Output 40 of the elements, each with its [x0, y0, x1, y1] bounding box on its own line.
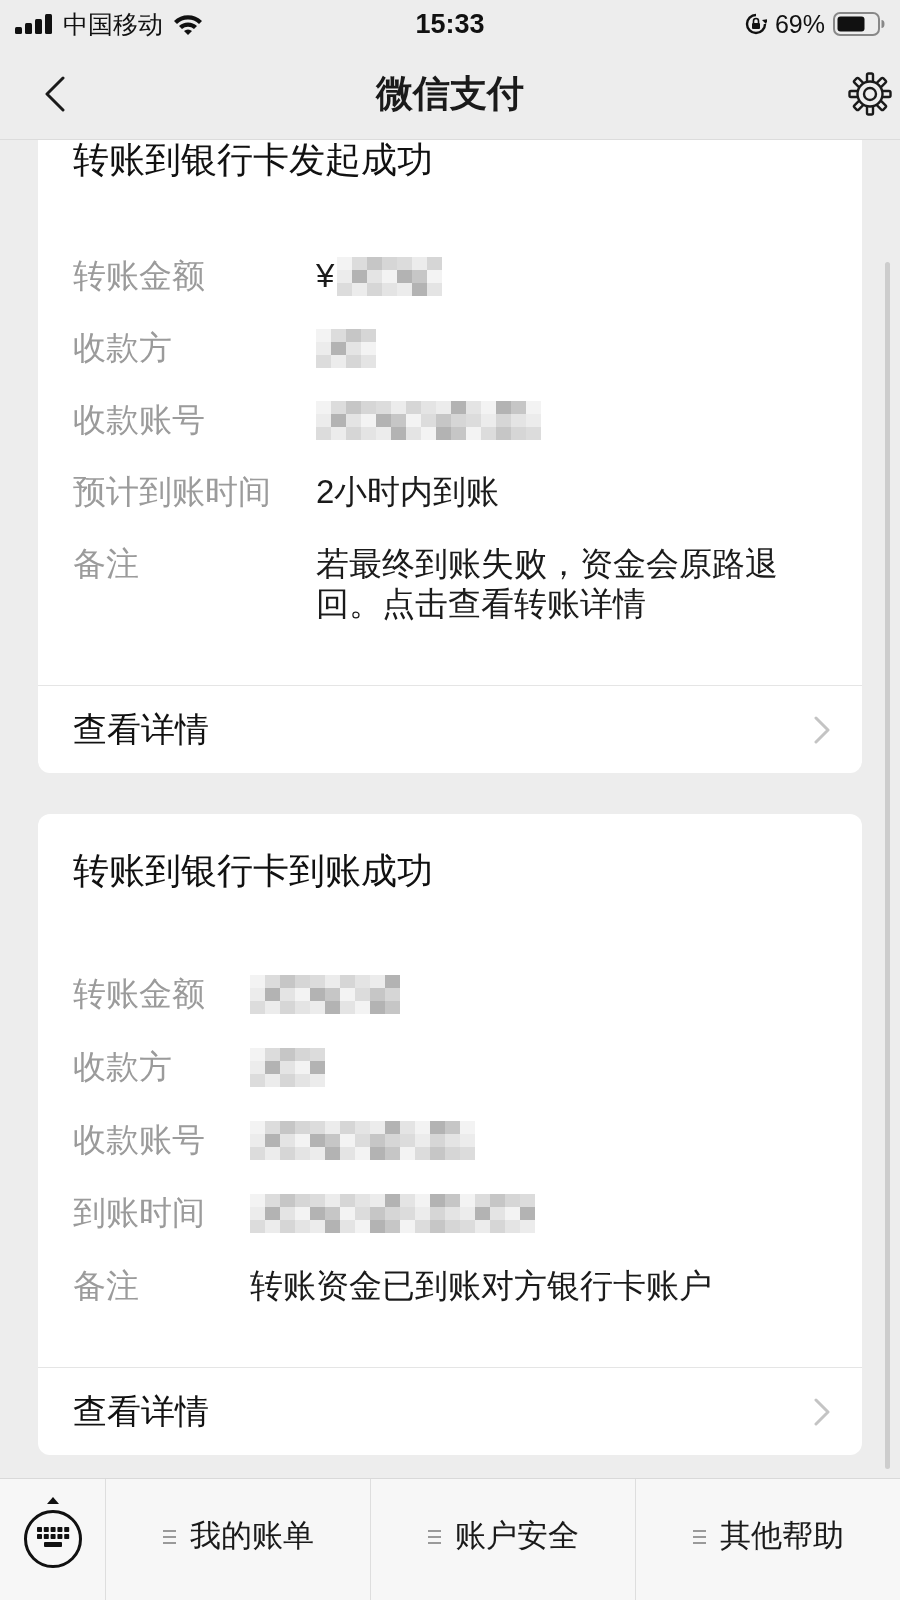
rotation-lock-icon	[744, 13, 767, 35]
settings-button[interactable]	[848, 71, 892, 116]
carrier-name: 中国移动	[63, 11, 163, 37]
settings-icon	[848, 71, 892, 116]
field-label: 备注	[73, 1266, 140, 1306]
menu-tab[interactable]: 账户安全	[370, 1479, 635, 1600]
signal-icon	[15, 14, 53, 34]
field-label: 到账时间	[73, 1193, 205, 1233]
clock-time: 15:33	[415, 10, 485, 38]
field-label: 转账金额	[73, 256, 206, 296]
field-label: 备注	[73, 544, 140, 584]
page-title: 微信支付	[376, 71, 524, 116]
field-label: 收款账号	[73, 400, 206, 440]
battery-icon	[833, 12, 885, 36]
menu-icon	[162, 1528, 176, 1545]
view-details-link[interactable]: 查看详情	[38, 1368, 862, 1455]
back-chevron-icon	[44, 75, 66, 112]
menu-tab[interactable]: 其他帮助	[635, 1479, 900, 1600]
wifi-icon	[173, 13, 203, 35]
view-details-link[interactable]: 查看详情	[38, 686, 862, 773]
card-title: 转账到银行卡发起成功	[73, 140, 434, 180]
redacted-mosaic-drawing	[316, 328, 376, 368]
field-label: 预计到账时间	[73, 472, 271, 512]
field-label: 收款方	[73, 328, 173, 368]
field-label: 收款账号	[73, 1120, 205, 1160]
menu-icon	[692, 1528, 706, 1545]
menu-icon	[427, 1528, 441, 1545]
field-label: 转账金额	[73, 974, 205, 1014]
battery-percentage: 69%	[774, 11, 825, 37]
field-label: 收款方	[73, 1047, 173, 1087]
chevron-right-icon	[814, 1397, 830, 1426]
card-title: 转账到银行卡到账成功	[73, 851, 434, 891]
field-value: 2小时内到账	[316, 472, 501, 512]
field-value: 若最终到账失败，资金会原路退回。点击查看转账详情	[316, 544, 779, 624]
field-value: 转账资金已到账对方银行卡账户	[250, 1266, 713, 1306]
currency-symbol: ¥	[316, 256, 335, 296]
chevron-right-icon	[814, 715, 830, 744]
menu-tab[interactable]: 我的账单	[105, 1479, 370, 1600]
keyboard-icon	[21, 1496, 84, 1569]
back-button[interactable]	[44, 75, 66, 112]
